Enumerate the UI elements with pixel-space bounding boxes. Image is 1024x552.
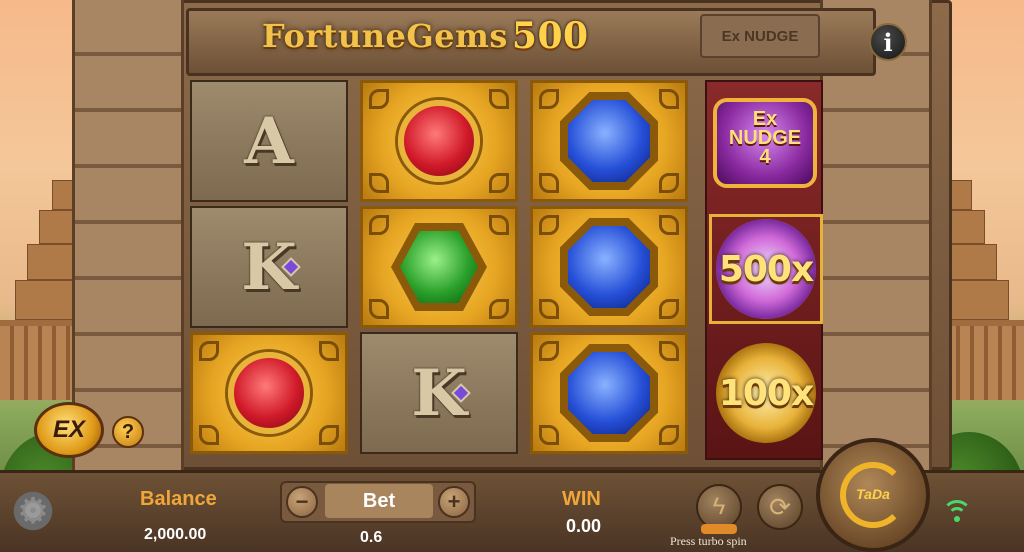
letter-a: A (244, 103, 294, 179)
game-scene: FortuneGems 500 Ex NUDGE i A K K Ex NUDG… (0, 0, 1024, 552)
win-label: WIN (562, 488, 601, 510)
ruby-gem-icon (398, 100, 480, 182)
reel2-row1-ruby (360, 80, 518, 202)
info-icon: i (883, 27, 893, 57)
ex-feature-label: EX (52, 416, 85, 443)
reel2-row2-emerald (360, 206, 518, 328)
game-title-number: 500 (511, 15, 589, 57)
balance-label: Balance (140, 488, 217, 510)
letter-k: K (411, 355, 467, 431)
settings-button[interactable]: ⚙ (10, 488, 56, 534)
bet-increase-button[interactable]: + (438, 486, 470, 518)
plus-icon: + (447, 489, 461, 514)
game-title: FortuneGems 500 (262, 12, 602, 60)
multiplier-500x: 500x (709, 214, 823, 324)
reel1-row1-symbol-a: A (190, 80, 348, 202)
minus-icon: − (295, 489, 309, 514)
bet-decrease-button[interactable]: − (286, 486, 318, 518)
turbo-hint: Press turbo spin (670, 534, 747, 548)
special-reel: Ex NUDGE 4 500x 100x (705, 80, 823, 460)
autoplay-icon: ⟳ (769, 491, 791, 522)
reel3-row3-sapphire (530, 332, 688, 454)
multiplier-500x-label: 500x (718, 248, 814, 290)
reels-grid: A K K (190, 80, 700, 460)
reel3-row2-sapphire (530, 206, 688, 328)
letter-k: K (241, 229, 297, 305)
win-value: 0.00 (566, 516, 602, 536)
ex-feature-button[interactable]: EX (34, 402, 104, 458)
ex-nudge-symbol: Ex NUDGE 4 (713, 98, 817, 188)
ex-help-button[interactable]: ? (112, 416, 144, 448)
game-title-text: FortuneGems (262, 17, 508, 55)
bet-label: Bet (325, 484, 433, 518)
ruby-gem-icon (228, 352, 310, 434)
reel1-row2-symbol-k: K (190, 206, 348, 328)
balance-value: 2,000.00 (144, 526, 207, 543)
turbo-indicator (701, 524, 737, 534)
reel2-row3-symbol-k: K (360, 332, 518, 454)
gear-icon: ⚙ (16, 490, 50, 531)
bet-value: 0.6 (360, 529, 383, 546)
ex-nudge-count: 4 (759, 146, 771, 168)
multiplier-100x-label: 100x (718, 372, 814, 414)
wifi-icon (942, 500, 972, 524)
reel3-row1-sapphire (530, 80, 688, 202)
spin-label: TaDa (856, 486, 890, 502)
ex-nudge-plaque: Ex NUDGE (700, 14, 820, 58)
autoplay-button[interactable]: ⟳ (757, 484, 803, 530)
info-button[interactable]: i (869, 23, 907, 61)
help-icon: ? (121, 420, 135, 443)
pillar-left (72, 0, 184, 470)
multiplier-100x: 100x (709, 338, 823, 448)
turbo-icon: ϟ (712, 493, 726, 520)
reel1-row3-ruby (190, 332, 348, 454)
